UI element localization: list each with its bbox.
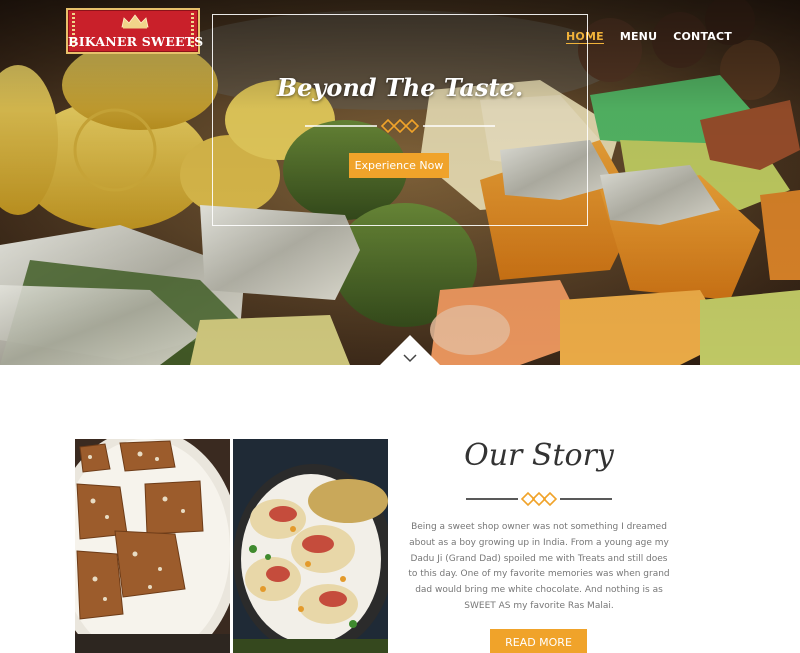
experience-now-button[interactable]: Experience Now bbox=[349, 153, 449, 178]
hero-banner: BIKANER SWEETS HOME MENU CONTACT Beyond … bbox=[0, 0, 800, 365]
story-title: Our Story bbox=[464, 438, 614, 473]
story-paragraph: Being a sweet shop owner was not somethi… bbox=[408, 522, 670, 611]
hero-frame: Beyond The Taste. Experience Now bbox=[212, 14, 588, 226]
diamond-divider-icon bbox=[305, 119, 495, 133]
story-photo-nut-barfi bbox=[75, 439, 230, 653]
scroll-down-button[interactable] bbox=[380, 334, 440, 365]
diamond-divider-icon bbox=[466, 491, 612, 507]
read-more-button[interactable]: READ MORE bbox=[490, 629, 587, 653]
nav-item-contact[interactable]: CONTACT bbox=[673, 30, 732, 44]
brand-logo[interactable]: BIKANER SWEETS bbox=[66, 8, 204, 54]
hero-title: Beyond The Taste. bbox=[276, 73, 524, 102]
nav-item-menu[interactable]: MENU bbox=[620, 30, 657, 44]
main-nav: HOME MENU CONTACT bbox=[565, 30, 732, 44]
crown-icon bbox=[121, 14, 149, 29]
brand-name: BIKANER SWEETS bbox=[68, 34, 204, 49]
story-photo-dahi-puri bbox=[233, 439, 388, 653]
